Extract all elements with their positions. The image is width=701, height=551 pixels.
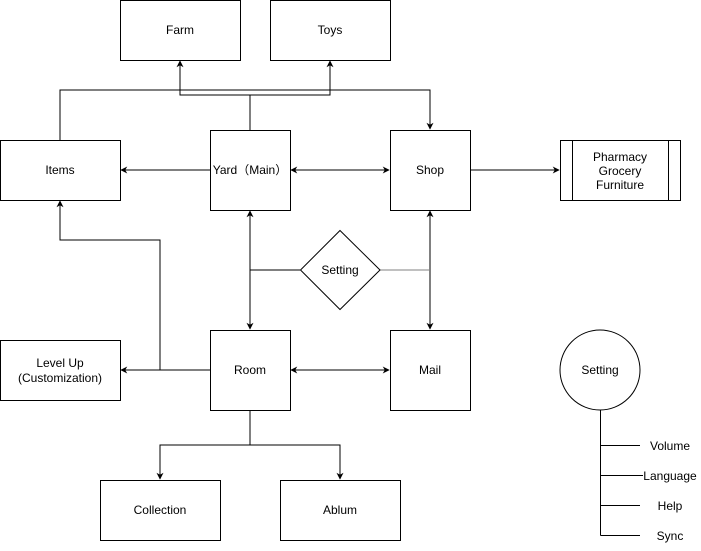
setting-tree: Setting Volume Language Help Sync [559,329,698,543]
setting-option-volume-label: Volume [650,439,690,453]
setting-option-language[interactable]: Language [600,469,698,483]
setting-option-language-label: Language [643,469,697,483]
node-level-up[interactable]: Level Up (Customization) [0,340,121,401]
node-collection-label: Collection [134,503,187,517]
node-mail-label: Mail [419,363,441,377]
node-shop[interactable]: Shop [390,130,471,211]
setting-option-volume[interactable]: Volume [600,439,691,453]
node-album[interactable]: Ablum [280,480,401,541]
node-collection[interactable]: Collection [100,480,221,541]
edge-room-to-collection [156,410,251,480]
node-room-label: Room [234,363,266,377]
setting-option-sync[interactable]: Sync [600,529,684,543]
node-mail[interactable]: Mail [390,330,471,411]
node-yard[interactable]: Yard（Main） [210,130,291,211]
node-toys[interactable]: Toys [270,0,391,61]
setting-option-sync-label: Sync [657,529,684,543]
category-grocery: Grocery [599,164,642,178]
setting-option-help[interactable]: Help [600,499,683,513]
category-furniture: Furniture [596,178,644,192]
node-album-label: Ablum [323,503,357,517]
flow-diagram: Farm Toys Items Yard（Main） Shop Pharmacy… [0,0,698,543]
node-farm-label: Farm [166,23,194,37]
node-level-up-label-2: (Customization) [18,371,102,385]
node-level-up-label-1: Level Up [36,356,84,370]
edge-room-to-album [250,444,344,480]
node-setting-decision[interactable]: Setting [299,229,381,311]
setting-option-help-label: Help [658,499,683,513]
node-shop-categories[interactable]: Pharmacy Grocery Furniture [560,140,681,201]
node-shop-label: Shop [416,163,444,177]
node-yard-label: Yard（Main） [213,163,287,177]
node-room[interactable]: Room [210,330,291,411]
category-pharmacy: Pharmacy [593,150,647,164]
node-items[interactable]: Items [0,140,121,201]
node-setting-decision-label: Setting [321,263,358,277]
node-farm[interactable]: Farm [120,0,241,61]
node-toys-label: Toys [318,23,343,37]
node-setting-circle-label: Setting [581,363,618,377]
node-items-label: Items [45,163,74,177]
edge-yard-to-farm [176,60,251,130]
